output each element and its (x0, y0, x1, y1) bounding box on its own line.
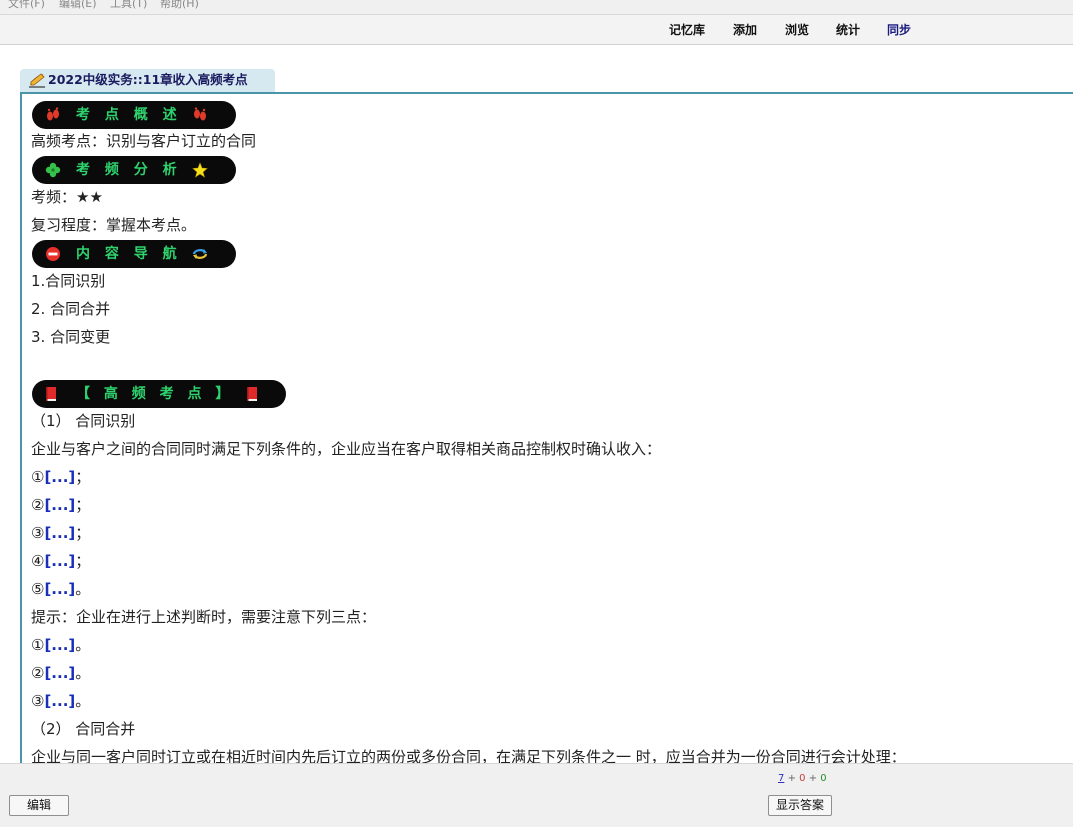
cloze-deletion: [...] (44, 524, 76, 542)
hint-item: ②[...]。 (31, 664, 91, 682)
star-icon (192, 162, 208, 178)
section-header-frequency-label: 考 频 分 析 (76, 162, 177, 178)
toolbar-browse-link[interactable]: 浏览 (785, 22, 809, 38)
toolbar-add-link[interactable]: 添加 (733, 22, 757, 38)
menu-help[interactable]: 帮助(H) (160, 0, 199, 11)
card-view: 考 点 概 述 高频考点：识别与客户订立的合同 考 频 分 析 考频：★★ 复习… (20, 92, 1073, 763)
footprint-icon (194, 107, 206, 121)
hint-item: ③[...]。 (31, 692, 91, 710)
section-header-overview: 考 点 概 述 (32, 101, 236, 129)
condition-item: ②[...]； (31, 496, 91, 514)
section-header-overview-label: 考 点 概 述 (76, 107, 177, 123)
condition-item: ①[...]； (31, 468, 91, 486)
hint-line: 提示：企业在进行上述判断时，需要注意下列三点： (31, 608, 377, 626)
menu-file[interactable]: 文件(F) (8, 0, 45, 11)
clover-icon (45, 162, 61, 178)
show-answer-button[interactable]: 显示答案 (768, 795, 832, 816)
topic-line: 高频考点：识别与客户订立的合同 (31, 132, 257, 150)
menu-tools[interactable]: 工具(T) (110, 0, 147, 11)
review-line: 复习程度：掌握本考点。 (31, 216, 197, 234)
deck-title: 2022中级实务::11章收入高频考点 (48, 72, 248, 87)
count-learning: 0 (799, 773, 806, 784)
nav-item: 3. 合同变更 (31, 328, 111, 346)
refresh-icon (192, 249, 208, 259)
cloze-deletion: [...] (44, 552, 76, 570)
condition-item: ⑤[...]。 (31, 580, 91, 598)
menu-bar: 文件(F) 编辑(E) 工具(T) 帮助(H) (0, 0, 1073, 14)
section-header-navigation: 内 容 导 航 (32, 240, 236, 268)
top-toolbar: 记忆库 添加 浏览 统计 同步 (0, 14, 1073, 45)
section-header-key-points: 【 高 频 考 点 】 (32, 380, 286, 408)
toolbar-sync-link[interactable]: 同步 (887, 22, 911, 38)
count-review: 0 (820, 773, 827, 784)
footprint-icon (47, 107, 59, 121)
section-header-key-points-label: 【 高 频 考 点 】 (76, 386, 230, 402)
book-icon (247, 387, 257, 401)
pen-icon (29, 73, 45, 88)
cloze-deletion: [...] (44, 692, 76, 710)
cloze-deletion: [...] (44, 664, 76, 682)
section-header-navigation-label: 内 容 导 航 (76, 246, 177, 262)
menu-edit[interactable]: 编辑(E) (59, 0, 97, 11)
hint-item: ①[...]。 (31, 636, 91, 654)
subsection-intro: 企业与客户之间的合同同时满足下列条件的，企业应当在客户取得相关商品控制权时确认收… (31, 440, 662, 458)
subsection-title: （1） 合同识别 (31, 412, 136, 430)
cloze-deletion: [...] (44, 636, 76, 654)
nav-item: 1.合同识别 (31, 272, 106, 290)
stop-icon (46, 247, 60, 261)
condition-item: ④[...]； (31, 552, 91, 570)
toolbar-stats-link[interactable]: 统计 (836, 22, 860, 38)
subsection-title: （2） 合同合并 (31, 720, 136, 738)
cloze-deletion: [...] (44, 468, 76, 486)
cloze-deletion: [...] (44, 580, 76, 598)
frequency-line: 考频：★★ (31, 188, 103, 206)
nav-item: 2. 合同合并 (31, 300, 111, 318)
edit-button[interactable]: 编辑 (9, 795, 69, 816)
toolbar-decks-link[interactable]: 记忆库 (669, 22, 705, 38)
deck-title-tab: 2022中级实务::11章收入高频考点 (20, 69, 275, 92)
subsection-intro: 企业与同一客户同时订立或在相近时间内先后订立的两份或多份合同，在满足下列条件之一… (31, 748, 906, 763)
section-header-frequency: 考 频 分 析 (32, 156, 236, 184)
condition-item: ③[...]； (31, 524, 91, 542)
count-new: 7 (778, 773, 785, 784)
due-counts: 7 + 0 + 0 (778, 773, 827, 784)
book-icon (46, 387, 56, 401)
bottom-bar: 7 + 0 + 0 编辑 显示答案 (0, 763, 1073, 827)
cloze-deletion: [...] (44, 496, 76, 514)
